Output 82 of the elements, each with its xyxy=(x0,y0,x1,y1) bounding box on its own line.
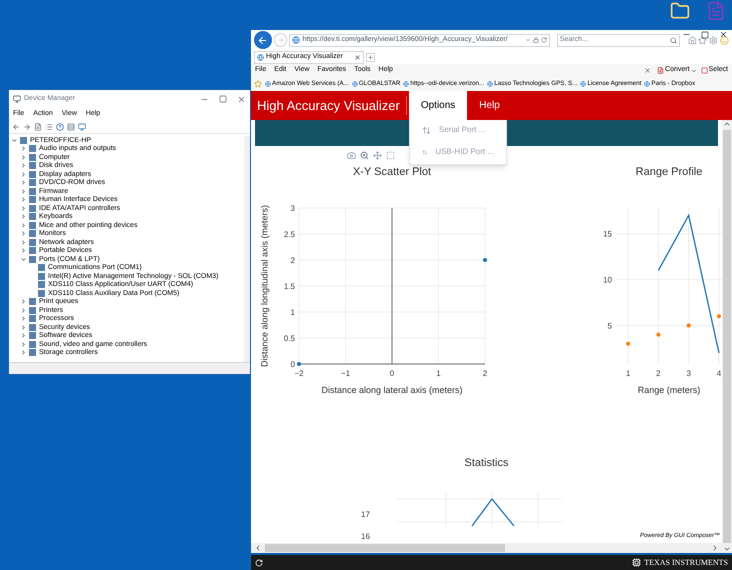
document-icon xyxy=(657,67,664,74)
scroll-left-icon[interactable] xyxy=(254,544,262,552)
help-icon[interactable] xyxy=(56,123,64,131)
close-icon[interactable] xyxy=(237,94,246,104)
scroll-down-icon[interactable] xyxy=(723,545,731,553)
box-select-icon[interactable] xyxy=(386,150,395,160)
y-tick-label: 15 xyxy=(603,230,612,239)
square-icon xyxy=(700,67,708,74)
y-tick-label: 0 xyxy=(290,360,295,369)
zoom-icon[interactable] xyxy=(360,150,369,160)
data-point xyxy=(297,362,301,366)
up-down-arrows-icon xyxy=(422,126,431,134)
back-button[interactable] xyxy=(254,31,272,49)
y-tick-label: 2.5 xyxy=(284,230,295,239)
camera-icon[interactable] xyxy=(347,150,356,160)
globe-icon xyxy=(403,81,410,87)
y-tick-label: 17 xyxy=(361,510,370,520)
brand-text: TEXAS INSTRUMENTS xyxy=(644,556,728,568)
close-icon[interactable] xyxy=(644,67,652,74)
scroll-right-icon[interactable] xyxy=(711,544,719,552)
favorites-star-icon[interactable] xyxy=(254,80,262,88)
x-tick-label: −1 xyxy=(340,369,350,378)
globe-icon xyxy=(487,81,494,87)
scrollbar[interactable] xyxy=(244,136,250,362)
y-tick-label: 2 xyxy=(290,256,295,265)
horizontal-scrollbar[interactable] xyxy=(251,543,722,553)
computer-icon xyxy=(13,95,21,103)
scrollbar-thumb[interactable] xyxy=(723,130,731,543)
forward-icon[interactable] xyxy=(23,123,31,131)
scroll-up-icon[interactable] xyxy=(723,120,731,128)
x-tick-label: 4 xyxy=(716,369,722,378)
nav-tab[interactable]: Help xyxy=(467,91,512,120)
caret-icon xyxy=(690,68,697,74)
data-point xyxy=(686,323,691,328)
favorites-icon[interactable] xyxy=(698,36,708,44)
app-title: High Accuracy Visualizer xyxy=(257,96,407,116)
y-tick-label: 1.5 xyxy=(284,282,295,291)
x-axis-label: Distance along lateral axis (meters) xyxy=(321,384,463,397)
globe-icon xyxy=(352,81,358,87)
x-tick-label: −2 xyxy=(294,369,304,378)
x-tick-label: 0 xyxy=(390,369,394,378)
maximize-icon[interactable] xyxy=(701,30,709,38)
forward-arrow-icon xyxy=(276,36,285,44)
x-tick-label: 2 xyxy=(482,369,488,378)
globe-icon xyxy=(580,81,586,87)
properties-icon[interactable] xyxy=(34,123,42,131)
back-icon[interactable] xyxy=(12,123,20,131)
x-tick-label: 1 xyxy=(626,369,630,378)
nav-tab[interactable]: Options xyxy=(408,91,468,120)
home-icon[interactable] xyxy=(688,36,696,44)
y-axis-label: Distance along longitudinal axis (meters) xyxy=(258,204,270,368)
data-point xyxy=(656,332,660,337)
globe-icon xyxy=(265,81,271,87)
chart-title: Statistics xyxy=(464,456,508,471)
x-tick-label: 3 xyxy=(686,369,691,378)
back-arrow-icon xyxy=(257,34,268,46)
globe-icon xyxy=(257,54,264,60)
chart-title: Range Profile xyxy=(636,165,702,180)
y-tick-label: 10 xyxy=(603,276,612,285)
globe-icon xyxy=(644,81,650,87)
pan-icon[interactable] xyxy=(373,150,382,160)
scrollbar-thumb[interactable] xyxy=(265,544,505,552)
x-tick-label: 1 xyxy=(436,369,441,378)
data-point xyxy=(626,342,630,346)
view-icon[interactable] xyxy=(67,123,75,131)
data-point xyxy=(716,314,721,318)
y-tick-label: 0.5 xyxy=(284,334,295,343)
folder-icon[interactable] xyxy=(670,1,690,21)
close-tab-icon[interactable] xyxy=(354,54,361,60)
x-tick-label: 2 xyxy=(656,369,661,378)
vertical-scrollbar[interactable] xyxy=(722,120,732,553)
y-tick-label: 16 xyxy=(361,532,370,542)
close-icon[interactable] xyxy=(719,30,728,39)
chart-title: X-Y Scatter Plot xyxy=(352,165,432,180)
y-tick-label: 5 xyxy=(608,321,612,330)
maximize-icon[interactable] xyxy=(219,95,227,103)
y-tick-label: 1 xyxy=(290,308,295,317)
x-axis-label: Range (meters) xyxy=(638,384,700,397)
list-icon[interactable] xyxy=(45,123,53,131)
up-down-arrows-icon xyxy=(422,148,428,156)
data-point xyxy=(483,258,487,262)
y-tick-label: 3 xyxy=(290,204,295,213)
